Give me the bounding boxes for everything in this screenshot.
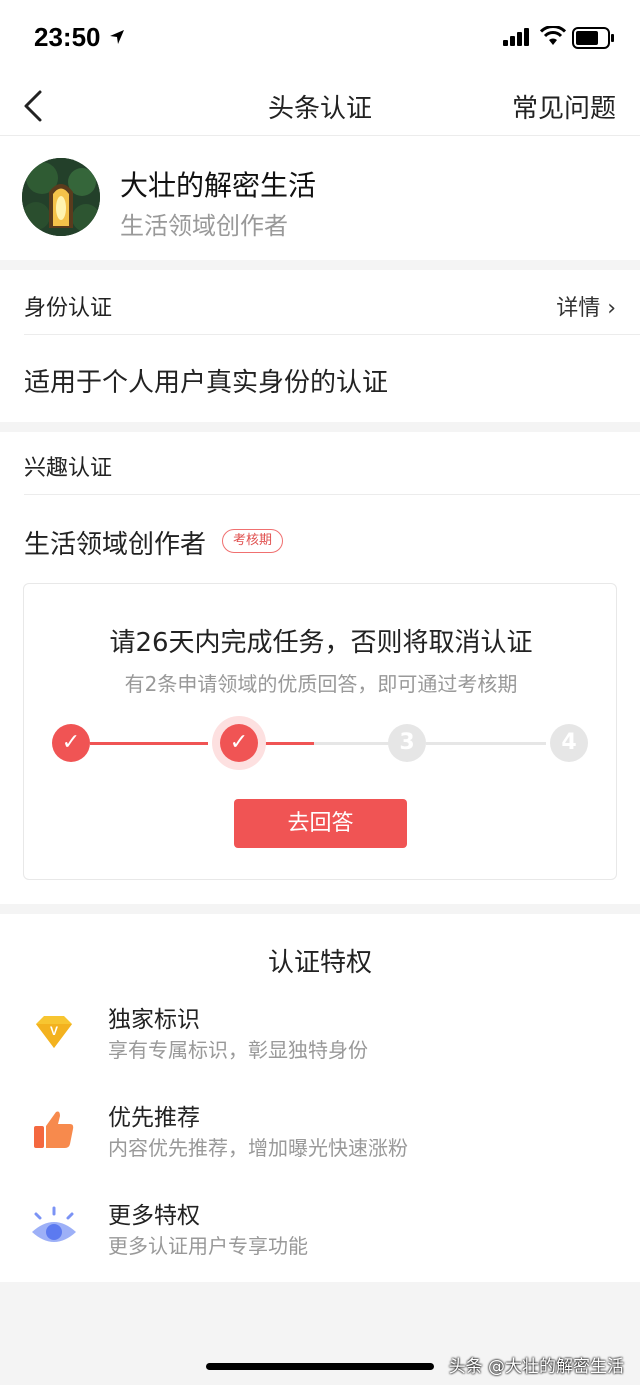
progress-steps: ✓ ✓ 3 4 — [24, 716, 618, 770]
privilege-description: 享有专属标识，彰显独特身份 — [108, 1038, 368, 1062]
go-answer-button[interactable]: 去回答 — [234, 799, 407, 848]
signal-icon — [503, 28, 529, 46]
avatar — [22, 158, 100, 236]
task-card: 请26天内完成任务，否则将取消认证 有2条申请领域的优质回答，即可通过考核期 ✓… — [23, 583, 617, 880]
interest-section: 兴趣认证 生活领域创作者 考核期 请26天内完成任务，否则将取消认证 有2条申请… — [0, 432, 640, 904]
eye-icon — [32, 1206, 76, 1242]
location-arrow-icon — [110, 30, 124, 44]
wifi-icon — [540, 26, 566, 45]
thumbs-up-icon — [34, 1111, 74, 1148]
identity-description[interactable]: 适用于个人用户真实身份的认证 — [24, 362, 388, 399]
task-subtitle: 有2条申请领域的优质回答，即可通过考核期 — [124, 672, 518, 696]
nav-bar: 头条认证 常见问题 — [0, 76, 640, 136]
home-indicator[interactable] — [206, 1363, 434, 1370]
privilege-item: 优先推荐 内容优先推荐，增加曝光快速涨粉 — [0, 1098, 640, 1178]
diamond-icon: V — [36, 1016, 72, 1048]
identity-heading: 身份认证 — [24, 296, 113, 321]
faq-link[interactable]: 常见问题 — [512, 88, 616, 125]
divider — [24, 494, 640, 495]
identity-section: 身份认证 详情 › 适用于个人用户真实身份的认证 — [0, 270, 640, 422]
status-time: 23:50 — [34, 22, 101, 52]
step-4: 4 — [550, 724, 588, 762]
privilege-name: 更多特权 — [108, 1203, 200, 1229]
step-2: ✓ — [220, 724, 258, 762]
privilege-item: V 独家标识 享有专属标识，彰显独特身份 — [0, 1000, 640, 1080]
privileges-section: 认证特权 V 独家标识 享有专属标识，彰显独特身份 优先推荐 内容优先推荐，增加… — [0, 914, 640, 1282]
progress-line-fill — [258, 742, 314, 745]
privilege-description: 内容优先推荐，增加曝光快速涨粉 — [108, 1136, 408, 1160]
profile-name: 大壮的解密生活 — [120, 169, 317, 202]
status-bar: 23:50 — [0, 0, 640, 76]
svg-text:V: V — [50, 1024, 58, 1038]
privilege-name: 优先推荐 — [108, 1105, 200, 1131]
interest-field: 生活领域创作者 — [24, 530, 207, 560]
progress-line — [90, 742, 208, 745]
privilege-description: 更多认证用户专享功能 — [108, 1234, 308, 1258]
divider — [24, 334, 640, 335]
privileges-heading: 认证特权 — [267, 948, 372, 978]
privilege-name: 独家标识 — [108, 1007, 200, 1033]
detail-link[interactable]: 详情 › — [556, 290, 616, 322]
task-title: 请26天内完成任务，否则将取消认证 — [109, 628, 533, 658]
watermark: 头条 @大壮的解密生活 — [448, 1357, 624, 1377]
progress-line — [426, 742, 546, 745]
profile-subtitle: 生活领域创作者 — [120, 212, 288, 240]
status-badge: 考核期 — [222, 529, 284, 553]
interest-heading: 兴趣认证 — [24, 456, 113, 481]
privilege-item: 更多特权 更多认证用户专享功能 — [0, 1196, 640, 1276]
battery-icon — [572, 27, 614, 49]
profile-header: 大壮的解密生活 生活领域创作者 — [0, 136, 640, 260]
step-1: ✓ — [52, 724, 90, 762]
step-3: 3 — [388, 724, 426, 762]
